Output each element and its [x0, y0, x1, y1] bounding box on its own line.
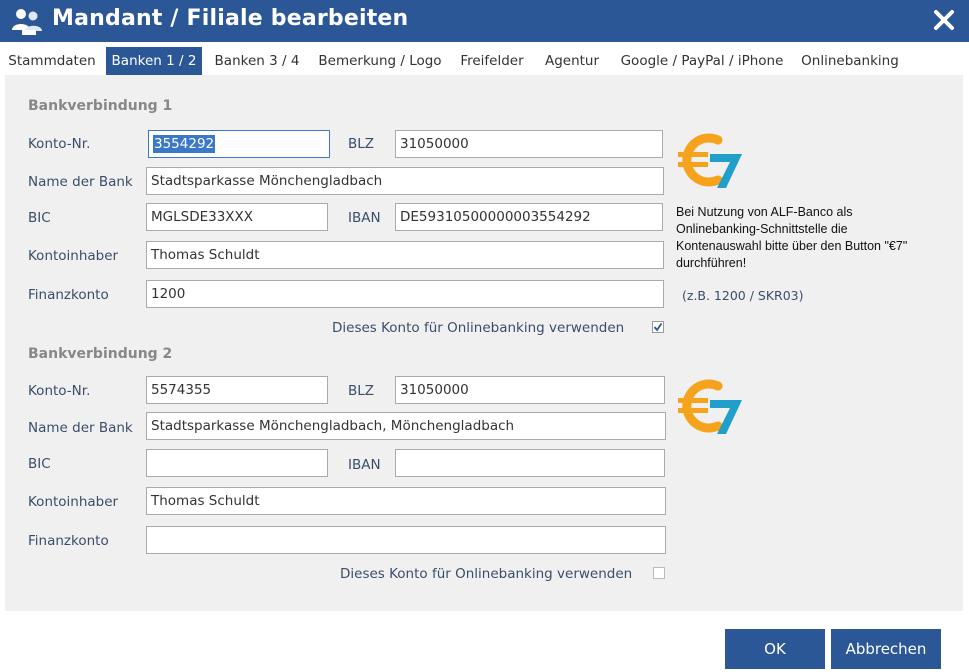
section-title-bank2: Bankverbindung 2	[28, 346, 173, 362]
tab-agentur[interactable]: Agentur	[540, 47, 604, 75]
tab-onlinebanking[interactable]: Onlinebanking	[798, 47, 902, 75]
label-konto-nr-2: Konto-Nr.	[28, 383, 91, 399]
konto-nr-field-1[interactable]: 3554292	[148, 130, 330, 158]
finanzkonto-field-1[interactable]: 1200	[146, 280, 664, 308]
close-icon[interactable]	[932, 8, 956, 32]
alf-banco-euro7-button-1[interactable]	[674, 128, 750, 192]
tab-freifelder[interactable]: Freifelder	[456, 47, 528, 75]
finanzkonto-hint: (z.B. 1200 / SKR03)	[682, 288, 804, 303]
tab-bemerkung-logo[interactable]: Bemerkung / Logo	[316, 47, 444, 75]
alf-banco-note: Bei Nutzung von ALF-Banco als Onlinebank…	[676, 205, 908, 270]
iban-field-2[interactable]	[395, 449, 665, 477]
label-iban-1: IBAN	[348, 210, 381, 226]
label-name-der-bank-2: Name der Bank	[28, 420, 133, 436]
label-finanzkonto-2: Finanzkonto	[28, 533, 109, 549]
blz-field-2[interactable]: 31050000	[395, 376, 665, 404]
onlinebanking-label-2: Dieses Konto für Onlinebanking verwenden	[340, 566, 633, 582]
label-finanzkonto-1: Finanzkonto	[28, 287, 109, 303]
bank-name-field-1[interactable]: Stadtsparkasse Mönchengladbach	[146, 167, 664, 195]
label-bic-2: BIC	[28, 456, 51, 472]
tab-banken-3-4[interactable]: Banken 3 / 4	[212, 47, 302, 75]
users-icon	[12, 9, 42, 35]
bic-field-2[interactable]	[146, 449, 328, 477]
tab-banken-1-2[interactable]: Banken 1 / 2	[106, 47, 202, 75]
blz-field-1[interactable]: 31050000	[395, 130, 663, 158]
cancel-button[interactable]: Abbrechen	[831, 629, 941, 669]
label-kontoinhaber-2: Kontoinhaber	[28, 494, 119, 510]
finanzkonto-field-2[interactable]	[146, 526, 666, 554]
label-blz-1: BLZ	[348, 136, 375, 152]
bank-name-field-2[interactable]: Stadtsparkasse Mönchengladbach, Möncheng…	[146, 412, 666, 440]
kontoinhaber-field-2[interactable]: Thomas Schuldt	[146, 487, 666, 515]
iban-field-1[interactable]: DE59310500000003554292	[395, 203, 663, 231]
ok-button[interactable]: OK	[725, 629, 825, 669]
label-kontoinhaber-1: Kontoinhaber	[28, 248, 119, 264]
label-bic-1: BIC	[28, 210, 51, 226]
title-bar: Mandant / Filiale bearbeiten	[0, 0, 969, 42]
label-blz-2: BLZ	[348, 383, 375, 399]
tab-google-paypal-iphone[interactable]: Google / PayPal / iPhone	[616, 47, 788, 75]
onlinebanking-checkbox-2[interactable]	[653, 567, 665, 579]
window-title: Mandant / Filiale bearbeiten	[52, 6, 409, 31]
onlinebanking-checkbox-1[interactable]	[652, 321, 664, 333]
alf-banco-euro7-button-2[interactable]	[674, 374, 750, 438]
section-title-bank1: Bankverbindung 1	[28, 98, 173, 114]
konto-nr-field-2[interactable]: 5574355	[146, 376, 328, 404]
tab-bar: Stammdaten Banken 1 / 2 Banken 3 / 4 Bem…	[0, 47, 969, 75]
label-iban-2: IBAN	[348, 457, 381, 473]
onlinebanking-label-1: Dieses Konto für Onlinebanking verwenden	[332, 320, 625, 336]
tab-stammdaten[interactable]: Stammdaten	[6, 47, 98, 75]
kontoinhaber-field-1[interactable]: Thomas Schuldt	[146, 241, 664, 269]
label-konto-nr-1: Konto-Nr.	[28, 136, 91, 152]
label-name-der-bank-1: Name der Bank	[28, 174, 133, 190]
bic-field-1[interactable]: MGLSDE33XXX	[146, 203, 328, 231]
